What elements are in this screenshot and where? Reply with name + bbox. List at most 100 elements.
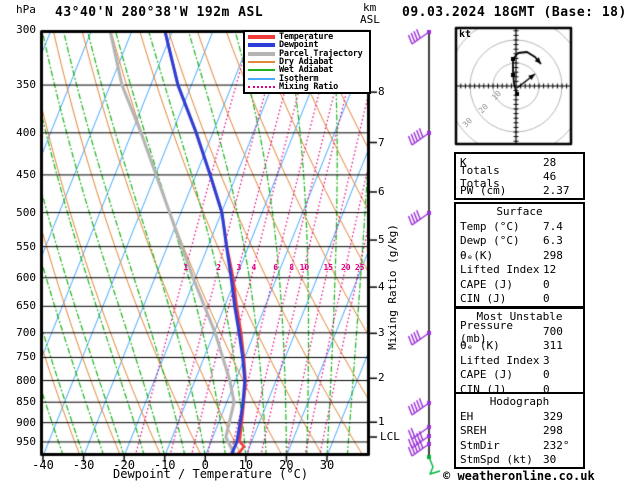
stat-value: 30 <box>543 453 583 466</box>
stat-row: θₑ(K)298 <box>460 248 583 262</box>
stat-row: SREH298 <box>460 424 583 438</box>
pressure-tick-label: 500 <box>6 207 36 218</box>
x-tick-label: -10 <box>148 459 182 471</box>
pressure-tick-label: 800 <box>6 375 36 386</box>
stat-value: 12 <box>543 263 583 276</box>
stat-label: Lifted Index <box>460 354 543 367</box>
km-tick-label: 4 <box>378 281 385 292</box>
stat-row: CAPE (J)0 <box>460 277 583 291</box>
stat-row: PW (cm)2.37 <box>460 184 583 198</box>
pressure-tick-label: 550 <box>6 241 36 252</box>
stat-value: 0 <box>543 292 583 305</box>
legend-line-sample <box>248 78 275 80</box>
stat-label: Lifted Index <box>460 263 543 276</box>
pressure-tick-label: 400 <box>6 127 36 138</box>
pressure-unit-label: hPa <box>16 4 36 15</box>
stat-value: 0 <box>543 278 583 291</box>
km-tick-label: 2 <box>378 372 385 383</box>
km-tick-label: 3 <box>378 327 385 338</box>
mixing-ratio-value-label: 10 <box>297 264 311 272</box>
stat-label: Temp (°C) <box>460 220 543 233</box>
copyright-footer: © weatheronline.co.uk <box>443 470 595 482</box>
stats-panel-most-unstable: Most UnstablePressure (mb)700θₑ (K)311Li… <box>454 307 585 398</box>
x-tick-label: 0 <box>188 459 222 471</box>
altitude-unit-asl: ASL <box>360 14 380 25</box>
pressure-tick-label: 850 <box>6 396 36 407</box>
stat-value: 329 <box>543 410 583 423</box>
stat-value: 298 <box>543 424 583 437</box>
stat-row: Pressure (mb)700 <box>460 324 583 338</box>
stat-row: EH329 <box>460 409 583 423</box>
hodograph-unit-label: kt <box>459 30 471 40</box>
stat-value: 7.4 <box>543 220 583 233</box>
km-tick-label: 7 <box>378 137 385 148</box>
stat-label: EH <box>460 410 543 423</box>
pressure-tick-label: 900 <box>6 417 36 428</box>
stat-value: 298 <box>543 249 583 262</box>
mixing-ratio-value-label: 20 <box>339 264 353 272</box>
stat-row: Lifted Index12 <box>460 263 583 277</box>
pressure-tick-label: 600 <box>6 272 36 283</box>
legend-row: Mixing Ratio <box>245 83 369 91</box>
stat-label: CAPE (J) <box>460 368 543 381</box>
lcl-label: LCL <box>380 431 400 442</box>
pressure-tick-label: 300 <box>6 24 36 35</box>
stat-row: StmSpd (kt)30 <box>460 453 583 467</box>
stat-value: 3 <box>543 354 583 367</box>
x-tick-label: -40 <box>26 459 60 471</box>
x-tick-label: 30 <box>310 459 344 471</box>
x-tick-label: 10 <box>229 459 263 471</box>
mixing-ratio-axis-title: Mixing Ratio (g/kg) <box>387 202 398 372</box>
stat-value: 0 <box>543 368 583 381</box>
stat-label: StmDir <box>460 439 543 452</box>
chart-title: 43°40'N 280°38'W 192m ASL <box>55 6 263 19</box>
stat-label: CIN (J) <box>460 292 543 305</box>
stat-value: 6.3 <box>543 234 583 247</box>
stat-row: Totals Totals46 <box>460 169 583 183</box>
x-tick-label: -30 <box>67 459 101 471</box>
mixing-ratio-value-label: 1 <box>179 264 193 272</box>
stat-row: Lifted Index3 <box>460 353 583 367</box>
stat-label: θₑ(K) <box>460 249 543 262</box>
stat-label: SREH <box>460 424 543 437</box>
mixing-ratio-value-label: 25 <box>353 264 367 272</box>
stats-panel-hodograph: HodographEH329SREH298StmDir232°StmSpd (k… <box>454 392 585 469</box>
stat-row: CIN (J)0 <box>460 291 583 305</box>
km-tick-label: 8 <box>378 86 385 97</box>
stat-value: 232° <box>543 439 583 452</box>
km-tick-label: 6 <box>378 186 385 197</box>
stat-row: CAPE (J)0 <box>460 368 583 382</box>
mixing-ratio-value-label: 6 <box>269 264 283 272</box>
mixing-ratio-value-label: 3 <box>232 264 246 272</box>
datetime-label: 09.03.2024 18GMT (Base: 18) <box>402 6 627 19</box>
stat-value: 28 <box>543 156 583 169</box>
pressure-tick-label: 700 <box>6 327 36 338</box>
stat-label: θₑ (K) <box>460 339 543 352</box>
stat-value: 46 <box>543 170 583 183</box>
stat-label: StmSpd (kt) <box>460 453 543 466</box>
stat-value: 311 <box>543 339 583 352</box>
panel-title: Hodograph <box>460 395 583 409</box>
pressure-tick-label: 450 <box>6 169 36 180</box>
km-tick-label: 5 <box>378 234 385 245</box>
km-tick-label: 1 <box>378 416 385 427</box>
stat-value: 2.37 <box>543 184 583 197</box>
stat-row: θₑ (K)311 <box>460 339 583 353</box>
pressure-tick-label: 350 <box>6 79 36 90</box>
pressure-tick-label: 750 <box>6 351 36 362</box>
stat-row: Temp (°C)7.4 <box>460 219 583 233</box>
stat-value: 700 <box>543 325 583 338</box>
mixing-ratio-value-label: 4 <box>247 264 261 272</box>
legend-label: Mixing Ratio <box>279 82 338 92</box>
pressure-tick-label: 950 <box>6 436 36 447</box>
stat-row: Dewp (°C)6.3 <box>460 234 583 248</box>
pressure-tick-label: 650 <box>6 300 36 311</box>
mixing-ratio-value-label: 15 <box>321 264 335 272</box>
legend-line-sample <box>248 69 275 71</box>
stat-label: PW (cm) <box>460 184 543 197</box>
stats-panel-indices: K28Totals Totals46PW (cm)2.37 <box>454 152 585 200</box>
mixing-ratio-value-label: 2 <box>212 264 226 272</box>
panel-title: Surface <box>460 205 583 219</box>
x-tick-label: -20 <box>107 459 141 471</box>
legend: TemperatureDewpointParcel TrajectoryDry … <box>243 30 371 94</box>
